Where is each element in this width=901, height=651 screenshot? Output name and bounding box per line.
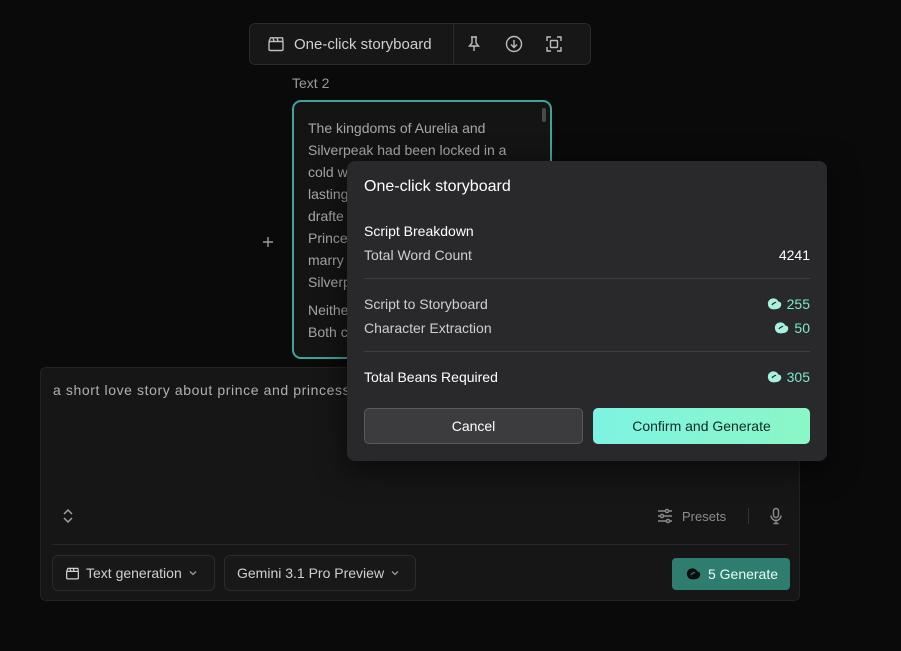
word-count-row: Total Word Count 4241	[364, 246, 810, 264]
storyboard-row: Script to Storyboard 255	[364, 295, 810, 313]
word-count-value: 4241	[778, 247, 810, 263]
download-icon	[505, 35, 523, 53]
breakdown-row: Script Breakdown	[364, 222, 810, 240]
generate-label: 5 Generate	[707, 566, 779, 582]
generate-button[interactable]: 5 Generate	[672, 558, 790, 590]
fullscreen-icon	[545, 35, 563, 53]
clapperboard-icon	[65, 566, 80, 581]
storyboard-modal: One-click storyboard Script Breakdown To…	[347, 161, 827, 461]
character-cost: 50	[772, 320, 810, 336]
presets-button[interactable]: Presets	[656, 507, 783, 525]
bean-icon	[765, 369, 783, 385]
character-value: 50	[794, 320, 810, 336]
add-node-button[interactable]	[258, 232, 278, 252]
breakdown-label: Script Breakdown	[364, 223, 474, 239]
pin-button[interactable]	[454, 24, 494, 64]
divider	[364, 351, 810, 352]
storyboard-cost: 255	[765, 296, 810, 312]
divider	[364, 278, 810, 279]
cancel-button[interactable]: Cancel	[364, 408, 583, 444]
modal-title: One-click storyboard	[364, 178, 511, 195]
chevron-up-down-icon	[61, 507, 75, 525]
node-label: Text 2	[292, 75, 330, 91]
model-label: Gemini 3.1 Pro Preview	[237, 565, 385, 581]
mode-select[interactable]: Text generation	[52, 555, 215, 591]
bean-icon	[684, 566, 702, 582]
bean-icon	[765, 296, 783, 312]
chevron-down-icon	[390, 568, 400, 578]
presets-label: Presets	[682, 508, 727, 524]
text-line: Silverpeak had been locked in a	[308, 142, 507, 158]
expand-button[interactable]	[61, 507, 75, 530]
microphone-icon[interactable]	[769, 507, 783, 525]
storyboard-label: Script to Storyboard	[364, 296, 488, 312]
download-button[interactable]	[494, 24, 534, 64]
fullscreen-button[interactable]	[534, 24, 574, 64]
model-select[interactable]: Gemini 3.1 Pro Preview	[224, 555, 416, 591]
prompt-input[interactable]: a short love story about prince and prin…	[53, 382, 393, 398]
node-toolbar: One-click storyboard	[249, 23, 591, 65]
total-cost: 305	[765, 369, 810, 385]
total-label: Total Beans Required	[364, 369, 498, 385]
plus-icon	[262, 236, 274, 248]
mode-label: Text generation	[86, 565, 182, 581]
total-value: 305	[786, 369, 810, 385]
chevron-down-icon	[188, 568, 198, 578]
clapperboard-icon	[267, 35, 285, 53]
total-row: Total Beans Required 305	[364, 368, 810, 386]
confirm-generate-button[interactable]: Confirm and Generate	[593, 408, 810, 444]
bean-icon	[772, 320, 790, 336]
divider	[52, 544, 788, 545]
storyboard-value: 255	[786, 296, 810, 312]
character-label: Character Extraction	[364, 320, 492, 336]
scrollbar[interactable]	[542, 108, 546, 122]
character-row: Character Extraction 50	[364, 319, 810, 337]
word-count-label: Total Word Count	[364, 247, 472, 263]
pin-icon	[466, 35, 482, 53]
sliders-icon	[656, 507, 674, 525]
toolbar-title: One-click storyboard	[294, 35, 432, 53]
storyboard-tool[interactable]: One-click storyboard	[250, 24, 454, 64]
divider	[748, 508, 750, 524]
text-line: The kingdoms of Aurelia and	[308, 120, 486, 136]
